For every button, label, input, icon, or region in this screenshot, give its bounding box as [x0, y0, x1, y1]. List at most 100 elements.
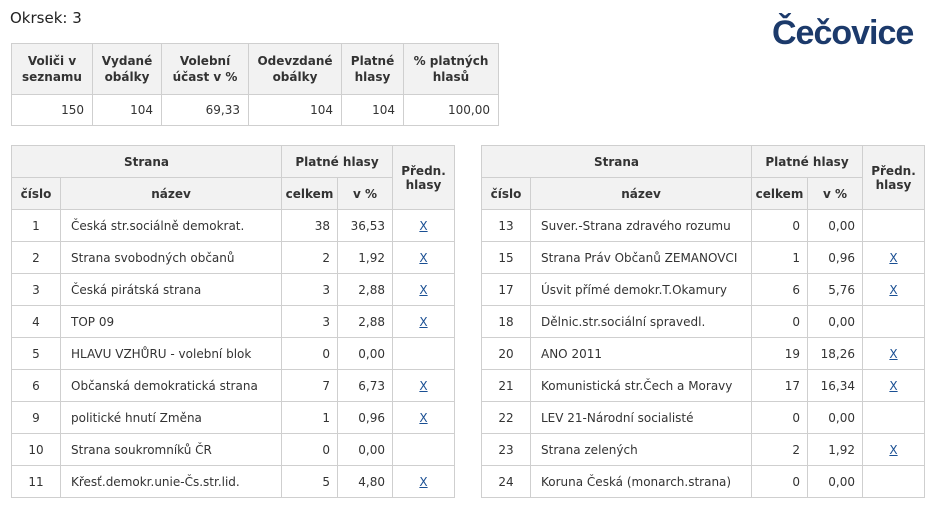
party-votes-total: 17: [751, 369, 808, 402]
table-row: 13 Suver.-Strana zdravého rozumu 0 0,00: [481, 209, 925, 242]
party-votes-total: 0: [281, 433, 338, 466]
preferential-votes-link[interactable]: X: [419, 411, 427, 425]
party-number: 10: [11, 433, 61, 466]
party-votes-pct: 36,53: [337, 209, 393, 242]
summary-value-ucast: 69,33: [161, 94, 249, 126]
preferential-votes-link[interactable]: X: [419, 379, 427, 393]
table-row: 23 Strana zelených 2 1,92 X: [481, 433, 925, 466]
party-name: Česká pirátská strana: [60, 273, 282, 306]
party-votes-pct: 0,00: [807, 305, 863, 338]
table-row: 15 Strana Práv Občanů ZEMANOVCI 1 0,96 X: [481, 241, 925, 274]
party-votes-total: 1: [751, 241, 808, 274]
party-name: Komunistická str.Čech a Moravy: [530, 369, 752, 402]
party-name: Strana Práv Občanů ZEMANOVCI: [530, 241, 752, 274]
party-number: 22: [481, 401, 531, 434]
summary-value-volici: 150: [11, 94, 93, 126]
table-row: 17 Úsvit přímé demokr.T.Okamury 6 5,76 X: [481, 273, 925, 306]
table-row: 11 Křesť.demokr.unie-Čs.str.lid. 5 4,80 X: [11, 465, 455, 498]
preferential-votes-cell: [862, 209, 925, 242]
header-celkem: celkem: [751, 177, 808, 210]
summary-table: Voliči v seznamu Vydané obálky Volební ú…: [11, 43, 499, 126]
party-votes-pct: 0,96: [807, 241, 863, 274]
party-name: politické hnutí Změna: [60, 401, 282, 434]
preferential-votes-link[interactable]: X: [889, 379, 897, 393]
party-name: Česká str.sociálně demokrat.: [60, 209, 282, 242]
party-votes-total: 0: [751, 305, 808, 338]
party-number: 17: [481, 273, 531, 306]
table-row: 6 Občanská demokratická strana 7 6,73 X: [11, 369, 455, 402]
summary-value-odevzdane: 104: [248, 94, 342, 126]
preferential-votes-cell: X: [862, 241, 925, 274]
party-votes-total: 6: [751, 273, 808, 306]
party-name: HLAVU VZHŮRU - volební blok: [60, 337, 282, 370]
preferential-votes-cell: [392, 337, 455, 370]
party-number: 23: [481, 433, 531, 466]
table-row: 4 TOP 09 3 2,88 X: [11, 305, 455, 338]
party-name: Dělnic.str.sociální spravedl.: [530, 305, 752, 338]
party-number: 18: [481, 305, 531, 338]
preferential-votes-cell: X: [862, 369, 925, 402]
party-name: Občanská demokratická strana: [60, 369, 282, 402]
preferential-votes-link[interactable]: X: [419, 475, 427, 489]
preferential-votes-cell: [862, 401, 925, 434]
header-pct: v %: [807, 177, 863, 210]
preferential-votes-cell: [862, 465, 925, 498]
preferential-votes-link[interactable]: X: [419, 283, 427, 297]
table-row: 9 politické hnutí Změna 1 0,96 X: [11, 401, 455, 434]
party-name: Suver.-Strana zdravého rozumu: [530, 209, 752, 242]
preferential-votes-cell: [862, 305, 925, 338]
party-table-left: Strana Platné hlasy Předn. hlasy číslo n…: [11, 145, 455, 498]
party-number: 6: [11, 369, 61, 402]
party-votes-total: 7: [281, 369, 338, 402]
preferential-votes-link[interactable]: X: [419, 251, 427, 265]
party-votes-pct: 1,92: [337, 241, 393, 274]
header-strana: Strana: [481, 145, 752, 178]
party-name: Strana soukromníků ČR: [60, 433, 282, 466]
summary-header-odevzdane: Odevzdané obálky: [248, 43, 342, 95]
party-votes-total: 3: [281, 273, 338, 306]
header-cislo: číslo: [481, 177, 531, 210]
party-number: 24: [481, 465, 531, 498]
preferential-votes-cell: X: [392, 305, 455, 338]
table-row: 5 HLAVU VZHŮRU - volební blok 0 0,00: [11, 337, 455, 370]
table-row: 3 Česká pirátská strana 3 2,88 X: [11, 273, 455, 306]
party-name: TOP 09: [60, 305, 282, 338]
header-platne-hlasy: Platné hlasy: [751, 145, 863, 178]
table-row: 22 LEV 21-Národní socialisté 0 0,00: [481, 401, 925, 434]
party-name: ANO 2011: [530, 337, 752, 370]
party-votes-pct: 0,00: [337, 433, 393, 466]
party-number: 20: [481, 337, 531, 370]
party-table-right: Strana Platné hlasy Předn. hlasy číslo n…: [481, 145, 925, 498]
summary-header-row: Voliči v seznamu Vydané obálky Volební ú…: [11, 43, 499, 95]
preferential-votes-cell: X: [392, 273, 455, 306]
preferential-votes-link[interactable]: X: [889, 443, 897, 457]
header-strana: Strana: [11, 145, 282, 178]
preferential-votes-cell: X: [862, 273, 925, 306]
party-votes-pct: 4,80: [337, 465, 393, 498]
party-votes-pct: 18,26: [807, 337, 863, 370]
summary-value-row: 150 104 69,33 104 104 100,00: [11, 94, 499, 126]
header-celkem: celkem: [281, 177, 338, 210]
party-votes-total: 38: [281, 209, 338, 242]
preferential-votes-link[interactable]: X: [889, 347, 897, 361]
party-votes-total: 2: [281, 241, 338, 274]
party-votes-total: 3: [281, 305, 338, 338]
party-header-row-bottom: číslo název celkem v %: [481, 177, 925, 210]
table-row: 20 ANO 2011 19 18,26 X: [481, 337, 925, 370]
party-name: LEV 21-Národní socialisté: [530, 401, 752, 434]
header-nazev: název: [60, 177, 282, 210]
party-name: Křesť.demokr.unie-Čs.str.lid.: [60, 465, 282, 498]
party-name: Koruna Česká (monarch.strana): [530, 465, 752, 498]
party-votes-pct: 0,00: [807, 401, 863, 434]
preferential-votes-link[interactable]: X: [419, 315, 427, 329]
preferential-votes-link[interactable]: X: [889, 251, 897, 265]
party-votes-total: 0: [751, 401, 808, 434]
party-votes-pct: 0,00: [337, 337, 393, 370]
party-number: 13: [481, 209, 531, 242]
preferential-votes-link[interactable]: X: [419, 219, 427, 233]
preferential-votes-link[interactable]: X: [889, 283, 897, 297]
party-votes-pct: 16,34: [807, 369, 863, 402]
party-header-row-top: Strana Platné hlasy Předn. hlasy: [481, 145, 925, 210]
party-header-row-top: Strana Platné hlasy Předn. hlasy: [11, 145, 455, 210]
preferential-votes-cell: X: [862, 337, 925, 370]
